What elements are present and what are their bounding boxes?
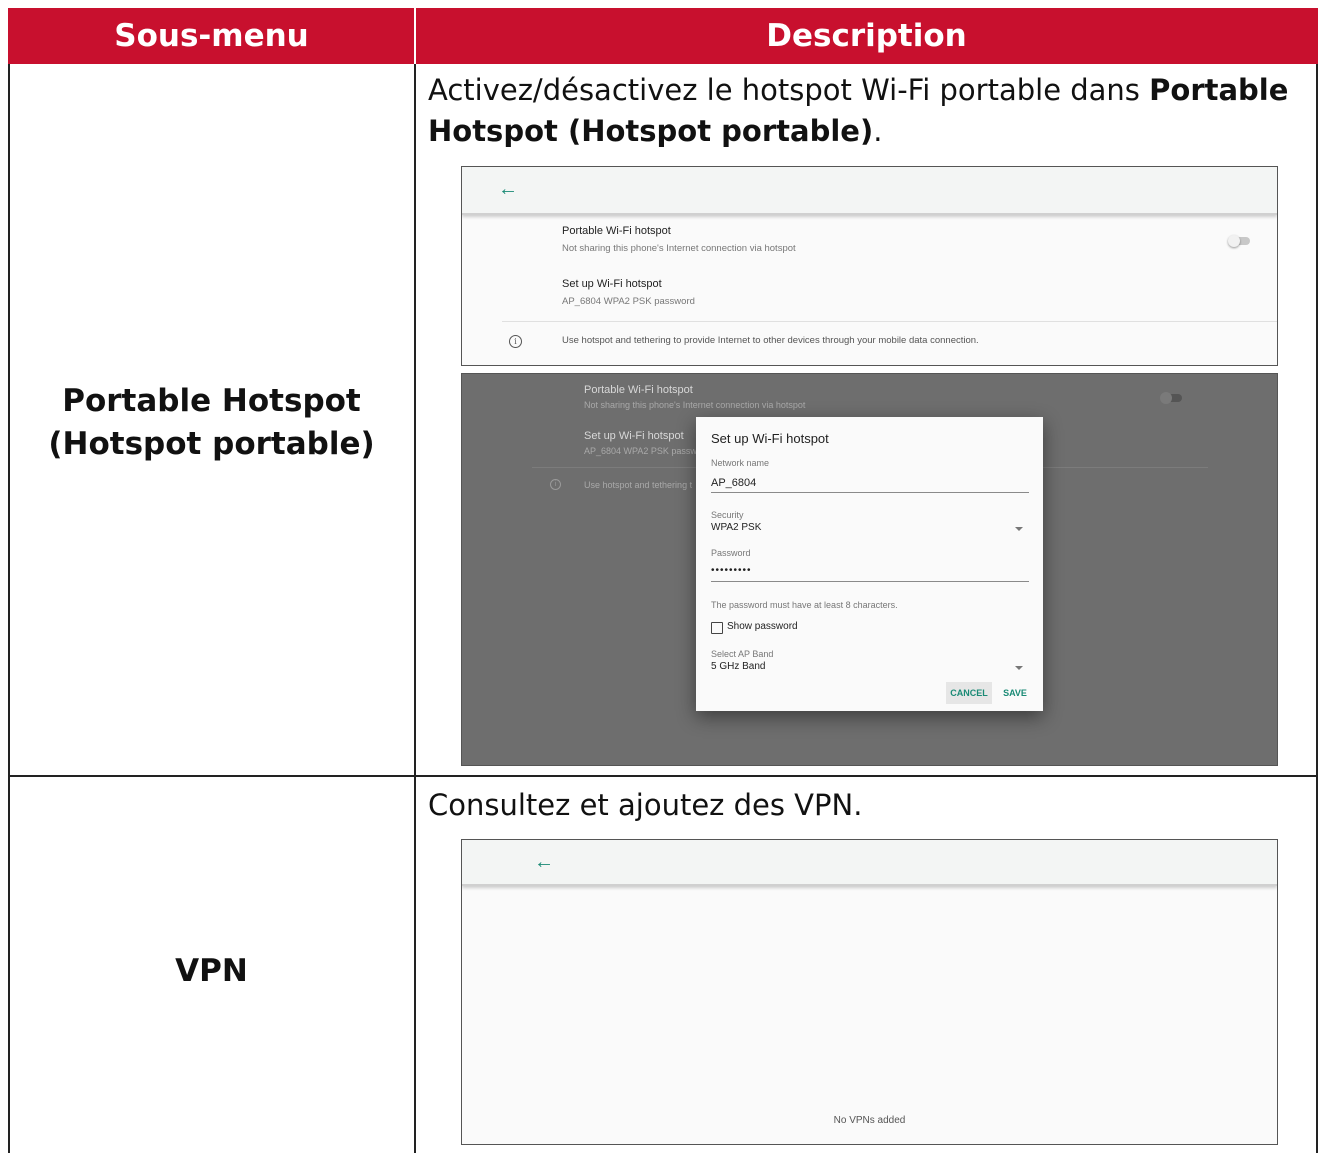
- caret-down-icon[interactable]: [1015, 527, 1023, 531]
- row-label-line-2: (Hotspot portable): [48, 425, 375, 462]
- toggle-thumb: [1228, 235, 1240, 247]
- background-toggle-thumb: [1160, 392, 1172, 404]
- background-info-text: Use hotspot and tethering t: [584, 480, 693, 490]
- info-text: Use hotspot and tethering to provide Int…: [562, 335, 979, 346]
- ap-band-label: Select AP Band: [711, 649, 774, 659]
- security-select[interactable]: WPA2 PSK: [711, 522, 761, 533]
- row-label-line-1: Portable Hotspot: [62, 383, 361, 419]
- row-description-vpn: Consultez et ajoutez des VPN.: [428, 788, 863, 822]
- network-name-input[interactable]: AP_6804: [711, 477, 756, 489]
- description-bold-2: Hotspot (Hotspot portable): [428, 114, 874, 149]
- table-header: Sous-menu Description: [8, 8, 1318, 64]
- table-row-divider: [8, 775, 1318, 777]
- background-info-icon: i: [550, 479, 561, 490]
- security-label: Security: [711, 510, 744, 520]
- divider: [502, 321, 1277, 322]
- password-input[interactable]: •••••••••: [711, 565, 752, 576]
- row-description-portable-hotspot: Activez/désactivez le hotspot Wi-Fi port…: [428, 70, 1308, 152]
- setup-wifi-hotspot-subtitle: AP_6804 WPA2 PSK password: [562, 296, 695, 307]
- network-name-underline: [711, 492, 1029, 493]
- password-label: Password: [711, 548, 751, 558]
- caret-down-icon[interactable]: [1015, 666, 1023, 670]
- background-portable-wifi-subtitle: Not sharing this phone's Internet connec…: [584, 400, 806, 410]
- background-setup-title: Set up Wi-Fi hotspot: [584, 430, 684, 442]
- description-bold-1: Portable: [1149, 73, 1289, 107]
- info-icon: i: [509, 335, 522, 348]
- portable-wifi-hotspot-subtitle: Not sharing this phone's Internet connec…: [562, 243, 796, 254]
- background-setup-subtitle: AP_6804 WPA2 PSK passw: [584, 446, 697, 456]
- password-hint: The password must have at least 8 charac…: [711, 600, 898, 610]
- show-password-label[interactable]: Show password: [727, 621, 798, 632]
- arrow-left-icon[interactable]: ←: [534, 852, 554, 872]
- description-text: Activez/désactivez le hotspot Wi-Fi port…: [428, 73, 1150, 107]
- vpn-screenshot: ← No VPNs added: [461, 839, 1278, 1145]
- network-name-label: Network name: [711, 458, 770, 468]
- setup-wifi-hotspot-title[interactable]: Set up Wi-Fi hotspot: [562, 278, 662, 290]
- table-border-right: [1316, 64, 1318, 1153]
- setup-wifi-hotspot-dialog: Set up Wi-Fi hotspot Network name AP_680…: [696, 417, 1043, 711]
- save-button[interactable]: SAVE: [998, 682, 1032, 704]
- app-bar: ←: [462, 167, 1277, 215]
- header-description: Description: [766, 18, 967, 54]
- password-underline: [711, 581, 1029, 582]
- cancel-button[interactable]: CANCEL: [946, 682, 992, 704]
- row-label-vpn: VPN: [175, 953, 248, 989]
- hotspot-settings-screenshot: ← Portable Wi-Fi hotspot Not sharing thi…: [461, 166, 1278, 366]
- description-suffix: .: [873, 114, 883, 149]
- arrow-left-icon[interactable]: ←: [498, 179, 518, 199]
- app-bar: ←: [462, 840, 1277, 886]
- row-label-portable-hotspot: Portable Hotspot (Hotspot portable): [8, 380, 415, 466]
- no-vpns-text: No VPNs added: [833, 1115, 906, 1126]
- portable-wifi-hotspot-title[interactable]: Portable Wi-Fi hotspot: [562, 225, 671, 237]
- background-portable-wifi-title: Portable Wi-Fi hotspot: [584, 384, 693, 396]
- checkbox-icon[interactable]: [711, 622, 723, 634]
- ap-band-select[interactable]: 5 GHz Band: [711, 661, 765, 672]
- header-submenu: Sous-menu: [114, 18, 309, 54]
- setup-hotspot-dialog-screenshot: Portable Wi-Fi hotspot Not sharing this …: [461, 373, 1278, 766]
- dialog-title: Set up Wi-Fi hotspot: [711, 431, 829, 446]
